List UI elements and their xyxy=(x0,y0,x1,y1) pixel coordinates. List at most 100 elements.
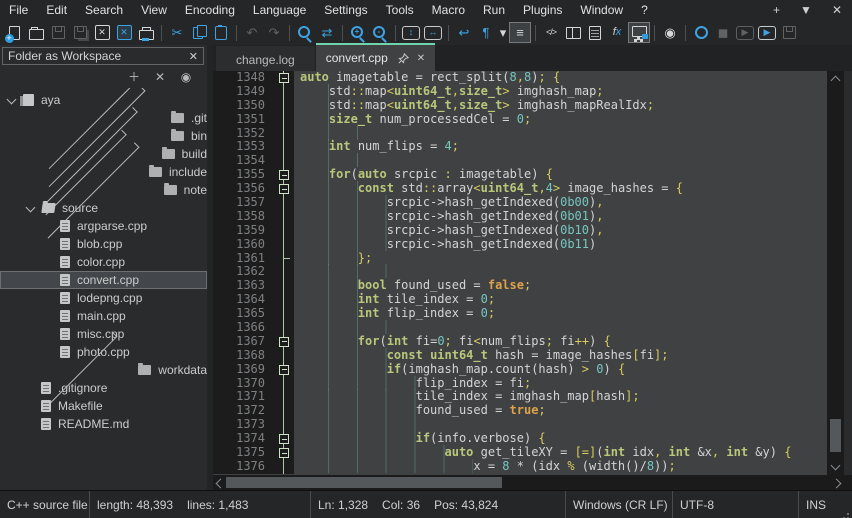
panel-close-icon[interactable]: ✕ xyxy=(189,50,198,63)
chevron-down-icon[interactable] xyxy=(26,202,36,212)
tree-item-convert.cpp[interactable]: convert.cpp xyxy=(0,271,207,289)
indent-guides xyxy=(300,403,416,417)
tree-item-README.md[interactable]: README.md xyxy=(0,415,207,433)
tree-item-label: color.cpp xyxy=(77,255,125,269)
function-list-icon[interactable]: fx xyxy=(606,22,628,43)
fold-guide xyxy=(274,265,294,279)
show-all-characters-icon[interactable]: ¶ xyxy=(475,22,497,43)
open-file-icon-glyph xyxy=(29,29,44,40)
sync-horizontal-scroll-icon[interactable]: ↔ xyxy=(422,22,444,43)
horizontal-scrollbar[interactable] xyxy=(213,475,852,490)
open-file-icon[interactable] xyxy=(25,22,47,43)
line-number: 1355 xyxy=(213,168,274,182)
token: const xyxy=(387,348,423,362)
code-editor[interactable]: 1348auto imagetable = rect_split(8,8); {… xyxy=(213,71,827,475)
replace-icon[interactable]: ⇄ xyxy=(316,22,338,43)
menu-file[interactable]: File xyxy=(0,0,37,20)
close-icon[interactable]: ✕ xyxy=(91,22,113,43)
redo-icon[interactable]: ↷ xyxy=(263,22,285,43)
menu-tools[interactable]: Tools xyxy=(377,0,423,20)
tab-change.log[interactable]: change.log xyxy=(216,46,315,71)
save-icon[interactable] xyxy=(47,22,69,43)
macro-run-multiple-icon[interactable]: ▶ xyxy=(756,22,778,43)
word-wrap-icon[interactable]: ↩ xyxy=(453,22,475,43)
status-eol-format[interactable]: Windows (CR LF) xyxy=(565,491,672,518)
collapse-all-icon[interactable]: ✕ xyxy=(151,69,169,84)
expand-all-icon[interactable]: ＋ xyxy=(125,69,143,84)
macro-save-icon[interactable] xyxy=(778,22,800,43)
scroll-down-icon[interactable] xyxy=(831,461,841,471)
menu-language[interactable]: Language xyxy=(244,0,315,20)
macro-stop-icon[interactable]: ◼ xyxy=(712,22,734,43)
vertical-scroll-thumb[interactable] xyxy=(830,419,841,452)
scroll-right-icon[interactable] xyxy=(832,479,842,489)
undo-icon[interactable]: ↶ xyxy=(241,22,263,43)
status-encoding[interactable]: UTF-8 xyxy=(672,491,798,518)
sync-vertical-scroll-icon[interactable]: ↕ xyxy=(400,22,422,43)
close-all-icon[interactable]: ✕ xyxy=(113,22,135,43)
tree-item-.gitignore[interactable]: .gitignore xyxy=(0,379,207,397)
folder-as-workspace-icon[interactable] xyxy=(628,22,650,43)
menu-help[interactable]: ? xyxy=(632,0,657,20)
chevron-down-icon[interactable] xyxy=(7,94,17,104)
fold-marker-icon[interactable] xyxy=(274,182,294,196)
zoom-out-icon[interactable]: - xyxy=(369,22,391,43)
pin-icon[interactable] xyxy=(398,53,409,64)
menu-window[interactable]: Window xyxy=(571,0,632,20)
scroll-left-icon[interactable] xyxy=(216,479,226,489)
menu-plugins[interactable]: Plugins xyxy=(514,0,571,20)
menu-view[interactable]: View xyxy=(132,0,176,20)
monitoring-icon[interactable]: ◉ xyxy=(659,22,681,43)
horizontal-scroll-thumb[interactable] xyxy=(226,477,502,488)
save-all-icon[interactable] xyxy=(69,22,91,43)
status-insert-mode[interactable]: INS xyxy=(798,491,836,518)
indent-guide-icon[interactable]: ≡ xyxy=(509,22,531,43)
tab-close-icon[interactable]: ✕ xyxy=(417,53,425,64)
fold-marker-icon[interactable] xyxy=(274,363,294,377)
tab-convert.cpp[interactable]: convert.cpp✕ xyxy=(316,43,435,71)
user-defined-language-icon[interactable]: </> xyxy=(540,22,562,43)
menu-macro[interactable]: Macro xyxy=(423,0,474,20)
tree-item-source[interactable]: source xyxy=(0,199,207,217)
menu-encoding[interactable]: Encoding xyxy=(176,0,244,20)
tree-item-color.cpp[interactable]: color.cpp xyxy=(0,253,207,271)
new-tab-button[interactable]: + xyxy=(763,3,790,17)
paste-icon[interactable] xyxy=(210,22,232,43)
document-map-icon[interactable] xyxy=(562,22,584,43)
menu-edit[interactable]: Edit xyxy=(37,0,76,20)
copy-icon[interactable] xyxy=(188,22,210,43)
macro-record-icon[interactable] xyxy=(690,22,712,43)
document-list-icon[interactable] xyxy=(584,22,606,43)
tree-item-workdata[interactable]: workdata xyxy=(0,361,207,379)
menu-run[interactable]: Run xyxy=(474,0,514,20)
print-icon[interactable] xyxy=(135,22,157,43)
fold-marker-icon[interactable] xyxy=(274,71,294,85)
tab-list-button[interactable]: ▼ xyxy=(790,3,822,17)
tree-item-Makefile[interactable]: Makefile xyxy=(0,397,207,415)
tree-item-argparse.cpp[interactable]: argparse.cpp xyxy=(0,217,207,235)
fold-marker-icon[interactable] xyxy=(274,335,294,349)
find-icon[interactable] xyxy=(294,22,316,43)
show-all-characters-dropdown-icon[interactable]: ▾ xyxy=(497,22,509,43)
menu-search[interactable]: Search xyxy=(76,0,132,20)
locate-current-file-icon[interactable]: ◉ xyxy=(177,69,195,84)
fold-marker-icon[interactable] xyxy=(274,432,294,446)
zoom-in-icon[interactable]: + xyxy=(347,22,369,43)
menu-settings[interactable]: Settings xyxy=(315,0,376,20)
close-window-button[interactable]: ✕ xyxy=(822,3,852,17)
new-file-icon-glyph xyxy=(9,26,20,40)
tree-item-note[interactable]: note xyxy=(0,181,207,199)
macro-play-icon[interactable]: ▶ xyxy=(734,22,756,43)
fold-marker-icon[interactable] xyxy=(274,168,294,182)
vertical-scrollbar[interactable] xyxy=(827,71,844,475)
fold-marker-icon[interactable] xyxy=(274,446,294,460)
resize-grip-icon[interactable] xyxy=(838,504,852,518)
cut-icon[interactable]: ✂ xyxy=(166,22,188,43)
scroll-up-icon[interactable] xyxy=(831,76,841,86)
tree-item-blob.cpp[interactable]: blob.cpp xyxy=(0,235,207,253)
line-number: 1348 xyxy=(213,71,274,85)
fold-guide xyxy=(274,390,294,404)
tree-item-lodepng.cpp[interactable]: lodepng.cpp xyxy=(0,289,207,307)
new-file-icon[interactable] xyxy=(3,22,25,43)
tree-item-main.cpp[interactable]: main.cpp xyxy=(0,307,207,325)
